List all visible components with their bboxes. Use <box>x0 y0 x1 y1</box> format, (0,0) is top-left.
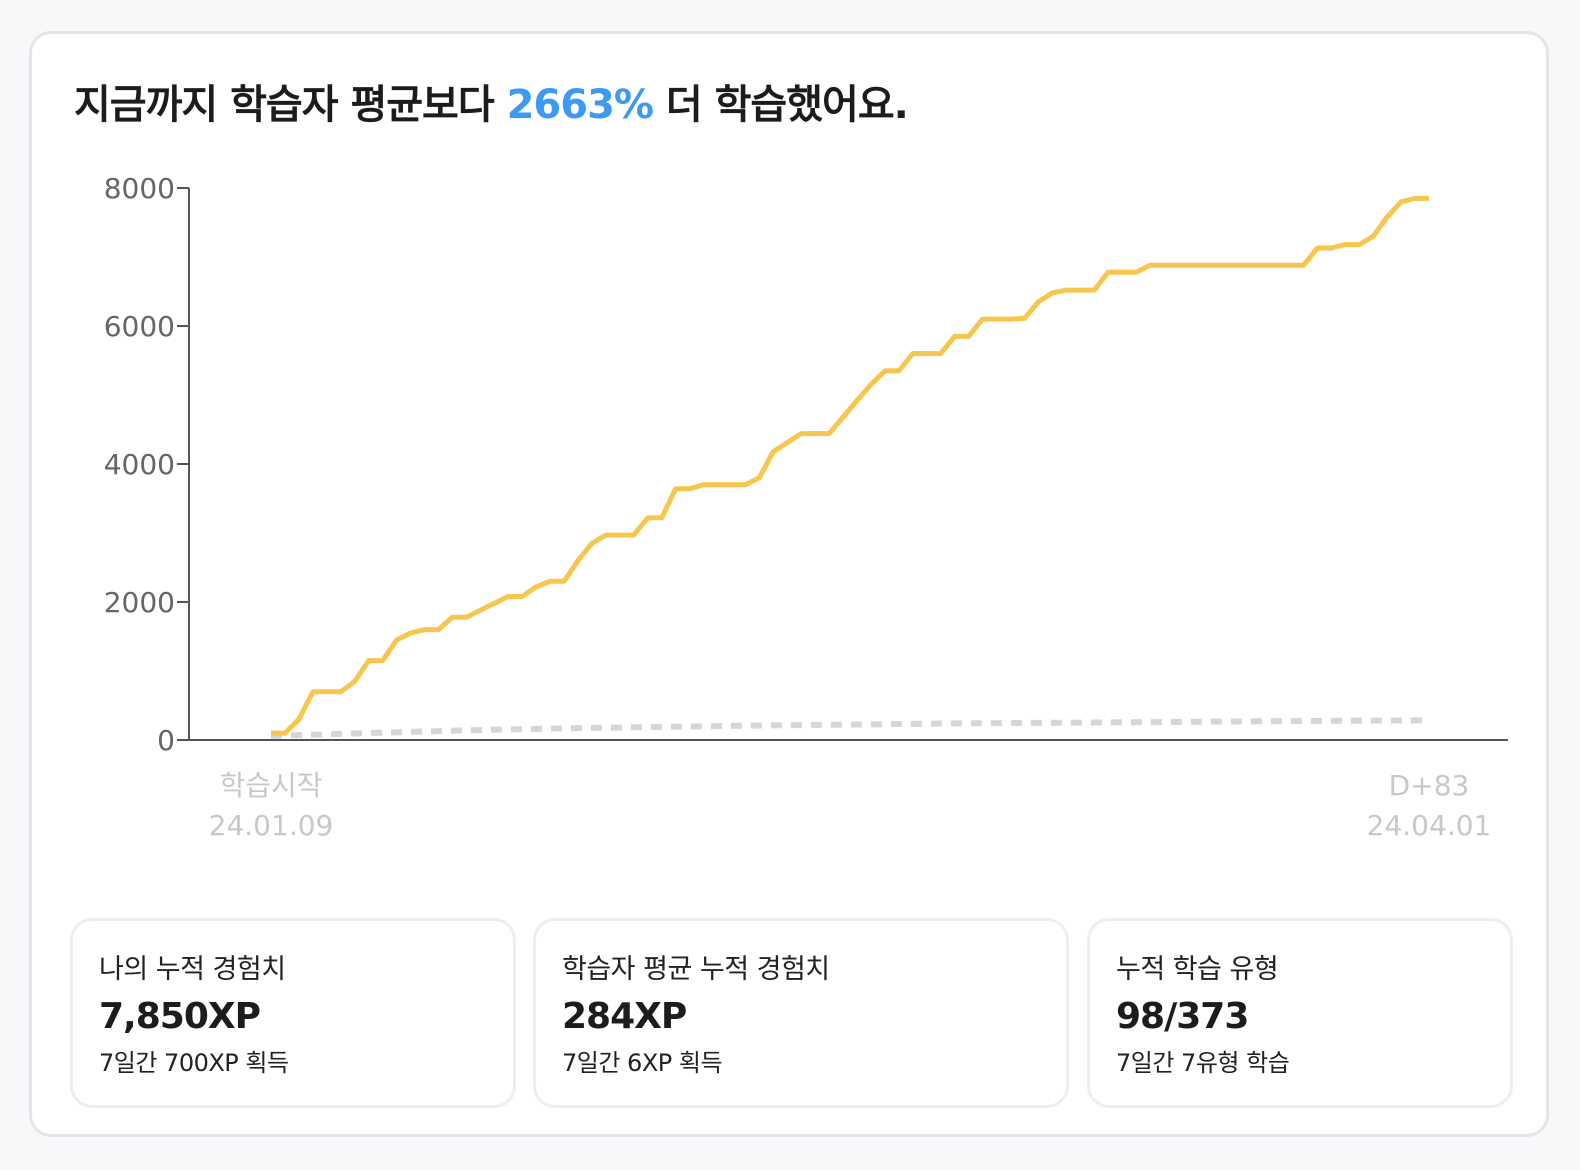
x-tick-label: D+83 <box>1389 769 1470 802</box>
stat-value: 98/373 <box>1116 996 1249 1037</box>
stat-card-my-xp: 나의 누적 경험치 7,850XP 7일간 700XP 획득 <box>70 918 516 1108</box>
stat-label: 나의 누적 경험치 <box>99 954 286 985</box>
my-xp-line <box>271 195 1429 736</box>
stat-card-average-xp: 학습자 평균 누적 경험치 284XP 7일간 6XP 획득 <box>533 918 1069 1108</box>
cumulative-xp-chart: 0 2000 4000 6000 8000 학습시작 24.01.09 D+83 24.04.0… <box>104 172 1508 842</box>
y-tick-label: 2000 <box>104 586 175 619</box>
average-xp-line <box>270 717 1430 739</box>
stat-value: 7,850XP <box>99 996 261 1037</box>
stat-value: 284XP <box>562 996 687 1037</box>
stat-sub: 7일간 7유형 학습 <box>1116 1049 1290 1077</box>
x-tick-label: 학습시작 <box>219 769 322 802</box>
x-tick-label: 24.04.01 <box>1367 809 1492 842</box>
stat-sub: 7일간 6XP 획득 <box>562 1049 723 1077</box>
y-tick-label: 6000 <box>104 310 175 343</box>
learning-summary-card: 지금까지 학습자 평균보다 2663% 더 학습했어요. 0 2000 4000 60… <box>29 31 1549 1137</box>
stat-label: 학습자 평균 누적 경험치 <box>562 954 830 985</box>
stat-label: 누적 학습 유형 <box>1116 954 1279 985</box>
stat-card-study-types: 누적 학습 유형 98/373 7일간 7유형 학습 <box>1087 918 1513 1108</box>
y-tick-label: 8000 <box>104 172 175 205</box>
stat-sub: 7일간 700XP 획득 <box>99 1049 289 1077</box>
x-tick-label: 24.01.09 <box>209 809 334 842</box>
y-tick-label: 4000 <box>104 448 175 481</box>
y-tick-label: 0 <box>157 724 175 757</box>
